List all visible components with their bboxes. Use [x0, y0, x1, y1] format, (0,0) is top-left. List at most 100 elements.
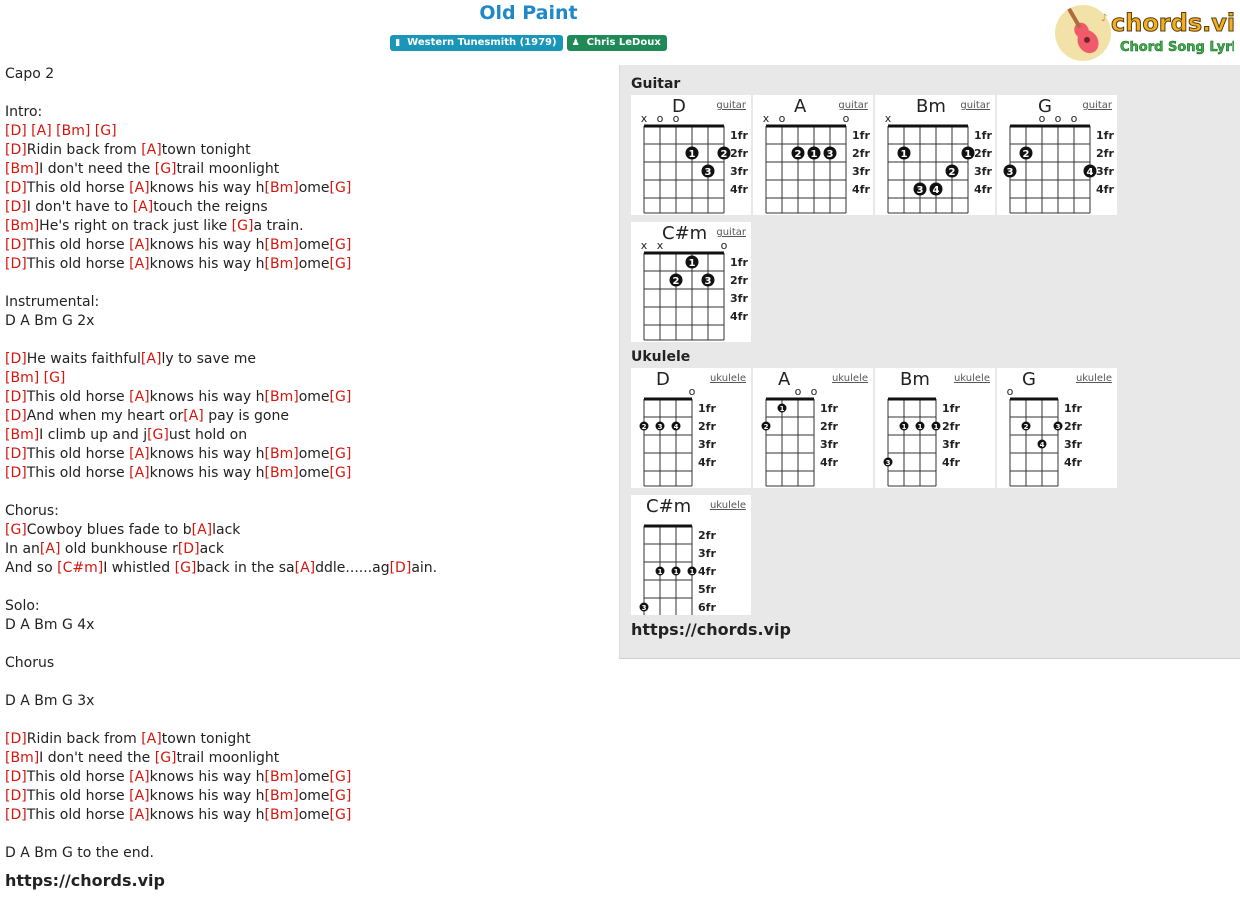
chord-link[interactable]: [D]: [5, 180, 27, 196]
finger-number: 3: [705, 167, 712, 178]
chord-link[interactable]: [A]: [129, 788, 150, 804]
chord-link[interactable]: [G]: [44, 370, 66, 386]
chord-link[interactable]: [G]: [232, 218, 254, 234]
song-meta: ▮ Western Tunesmith (1979) ♟ Chris LeDoux: [0, 35, 1057, 51]
chord-link[interactable]: [A]: [133, 199, 154, 215]
lyric-line: D A Bm G 2x: [5, 312, 605, 331]
artist-badge[interactable]: ♟ Chris LeDoux: [566, 35, 667, 51]
guitar-chord-card[interactable]: Bm guitar x 1fr 2fr 3fr 4fr 1 1 2 3 4: [875, 95, 995, 215]
chord-link[interactable]: [Bm]: [5, 427, 39, 443]
chord-link[interactable]: [D]: [5, 123, 27, 139]
chord-link[interactable]: [Bm]: [5, 218, 39, 234]
ukulele-chord-card[interactable]: Aukulele o o 1fr 2fr 3fr 4fr 2 1: [753, 368, 873, 488]
chord-link[interactable]: [A]: [141, 731, 162, 747]
site-logo[interactable]: ♪ chords.vip Chord Song Lyric: [1054, 3, 1240, 63]
chord-link[interactable]: [D]: [5, 446, 27, 462]
fret-label: 2fr: [698, 529, 716, 542]
chord-link[interactable]: [D]: [5, 788, 27, 804]
guitar-chord-card[interactable]: Dguitar x o o 1fr 2fr 3fr 4fr 1 2 3: [631, 95, 751, 215]
chord-link[interactable]: [G]: [330, 807, 352, 823]
fret-label: 4fr: [1096, 183, 1114, 196]
chord-link[interactable]: [G]: [147, 427, 169, 443]
chord-link[interactable]: [D]: [5, 465, 27, 481]
chord-link[interactable]: [D]: [5, 389, 27, 405]
footer-url[interactable]: https://chords.vip: [5, 871, 605, 890]
ukulele-chord-card[interactable]: Gukulele o 1fr 2fr 3fr 4fr 2 3 4: [997, 368, 1117, 488]
chord-link[interactable]: [D]: [5, 769, 27, 785]
ukulele-chord-card[interactable]: Bm ukulele 1fr 2fr 3fr 4fr 1 1 1 3: [875, 368, 995, 488]
chord-link[interactable]: [D]: [5, 408, 27, 424]
fret-label: 4fr: [1064, 456, 1082, 469]
chord-link[interactable]: [A]: [31, 123, 52, 139]
chord-link[interactable]: [D]: [5, 237, 27, 253]
chord-link[interactable]: [G]: [330, 769, 352, 785]
chord-link[interactable]: [Bm]: [5, 750, 39, 766]
open-string-mark: o: [673, 112, 680, 125]
chord-link[interactable]: [A]: [129, 237, 150, 253]
chord-link[interactable]: [C#m]: [57, 560, 103, 576]
chord-link[interactable]: [G]: [330, 256, 352, 272]
open-string-mark: o: [811, 385, 818, 398]
chord-link[interactable]: [A]: [192, 522, 213, 538]
chord-link[interactable]: [G]: [330, 446, 352, 462]
chord-link[interactable]: [Bm]: [265, 237, 299, 253]
chord-link[interactable]: [Bm]: [265, 465, 299, 481]
album-badge[interactable]: ▮ Western Tunesmith (1979): [390, 35, 563, 51]
chord-link[interactable]: [Bm]: [265, 389, 299, 405]
guitar-chord-card[interactable]: Aguitar x o o 1fr 2fr 3fr 4fr 2 1 3: [753, 95, 873, 215]
ukulele-chord-card[interactable]: C#m ukulele 2fr 3fr 4fr 5fr 6fr 1 1 1 3: [631, 495, 751, 615]
fret-label: 2fr: [1064, 420, 1082, 433]
chord-link[interactable]: [A]: [129, 446, 150, 462]
chord-link[interactable]: [A]: [141, 351, 162, 367]
chord-link[interactable]: [G]: [330, 237, 352, 253]
chord-link[interactable]: [A]: [129, 465, 150, 481]
chord-link[interactable]: [G]: [5, 522, 27, 538]
chord-link[interactable]: [A]: [141, 142, 162, 158]
chord-link[interactable]: [Bm]: [5, 161, 39, 177]
fret-label: 1fr: [730, 256, 748, 269]
lyric-text: knows his way h: [149, 446, 265, 462]
chord-link[interactable]: [A]: [183, 408, 204, 424]
chord-link[interactable]: [G]: [95, 123, 117, 139]
chord-link[interactable]: [Bm]: [265, 769, 299, 785]
chord-link[interactable]: [A]: [40, 541, 61, 557]
chord-link[interactable]: [Bm]: [265, 256, 299, 272]
chord-link[interactable]: [D]: [5, 256, 27, 272]
chord-link[interactable]: [G]: [155, 750, 177, 766]
chord-link[interactable]: [Bm]: [56, 123, 90, 139]
guitar-chord-card[interactable]: C#m guitar x x o 1fr 2fr 3fr 4fr 1 2 3: [631, 222, 751, 342]
chord-link[interactable]: [D]: [5, 351, 27, 367]
chord-link[interactable]: [A]: [129, 180, 150, 196]
chord-link[interactable]: [D]: [5, 807, 27, 823]
chord-link[interactable]: [D]: [178, 541, 200, 557]
chord-link[interactable]: [A]: [295, 560, 316, 576]
chord-link[interactable]: [G]: [330, 180, 352, 196]
chord-link[interactable]: [Bm]: [265, 807, 299, 823]
fret-label: 3fr: [942, 438, 960, 451]
finger-number: 2: [642, 423, 647, 431]
chord-link[interactable]: [A]: [129, 389, 150, 405]
chord-link[interactable]: [D]: [5, 731, 27, 747]
panel-url[interactable]: https://chords.vip: [631, 620, 791, 639]
chord-link[interactable]: [G]: [330, 389, 352, 405]
chord-link[interactable]: [Bm]: [265, 788, 299, 804]
chord-link[interactable]: [Bm]: [265, 446, 299, 462]
chord-link[interactable]: [G]: [155, 161, 177, 177]
ukulele-chord-card[interactable]: Dukulele o 1fr 2fr 3fr 4fr 2 3 4: [631, 368, 751, 488]
chord-link[interactable]: [G]: [330, 788, 352, 804]
chord-link[interactable]: [G]: [330, 465, 352, 481]
chord-link[interactable]: [D]: [390, 560, 412, 576]
chord-link[interactable]: [A]: [129, 769, 150, 785]
chord-link[interactable]: [D]: [5, 199, 27, 215]
fret-label: 2fr: [698, 420, 716, 433]
lyric-line: [D] [A] [Bm] [G]: [5, 122, 605, 141]
chord-link[interactable]: [D]: [5, 142, 27, 158]
chord-link[interactable]: [A]: [129, 807, 150, 823]
chord-link[interactable]: [Bm]: [5, 370, 39, 386]
chord-link[interactable]: [A]: [129, 256, 150, 272]
chord-link[interactable]: [Bm]: [265, 180, 299, 196]
lyric-text: ome: [298, 807, 330, 823]
chord-link[interactable]: [G]: [175, 560, 197, 576]
guitar-chord-card[interactable]: Gguitar o o o 1fr 2fr 3fr 4fr 2 3 4: [997, 95, 1117, 215]
lyric-line: [D]He waits faithful[A]ly to save me: [5, 350, 605, 369]
